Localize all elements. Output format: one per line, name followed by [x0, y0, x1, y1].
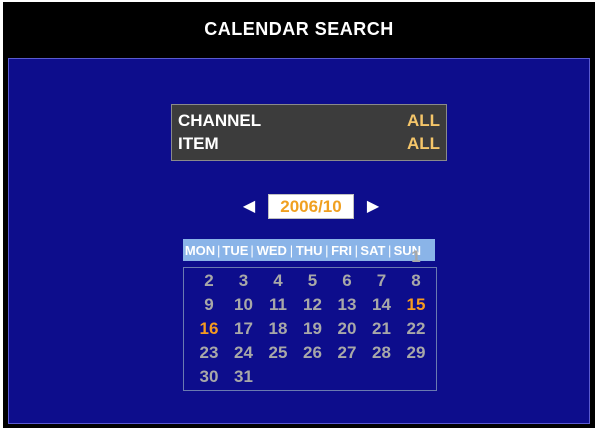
calendar-day-30[interactable]: 30 [194, 367, 224, 387]
calendar-day-7[interactable]: 7 [367, 271, 397, 291]
calendar-day-9[interactable]: 9 [194, 295, 224, 315]
weekday-header: MON | TUE | WED | THU | FRI | SAT | SUN [183, 239, 435, 261]
calendar-day-21[interactable]: 21 [367, 319, 397, 339]
item-value[interactable]: ALL [407, 132, 440, 155]
calendar-day-4[interactable]: 4 [263, 271, 293, 291]
weekday-thu: THU [295, 242, 323, 258]
left-triangle-icon[interactable]: ◀ [239, 196, 259, 216]
channel-label: CHANNEL [178, 111, 262, 130]
calendar-day-25[interactable]: 25 [263, 343, 293, 363]
calendar-day-13[interactable]: 13 [332, 295, 362, 315]
calendar-day-27[interactable]: 27 [332, 343, 362, 363]
current-month-field[interactable]: 2006/10 [268, 193, 354, 219]
calendar-day-11[interactable]: 11 [263, 295, 293, 315]
calendar-day-28[interactable]: 28 [367, 343, 397, 363]
right-triangle-icon[interactable]: ▶ [363, 196, 383, 216]
calendar-day-31[interactable]: 31 [229, 367, 259, 387]
calendar-day-16[interactable]: 16 [194, 319, 224, 339]
calendar-day-26[interactable]: 26 [298, 343, 328, 363]
window-title: CALENDAR SEARCH [204, 19, 394, 39]
calendar-day-15[interactable]: 15 [401, 295, 431, 315]
calendar-day-29[interactable]: 29 [401, 343, 431, 363]
calendar-day-3[interactable]: 3 [229, 271, 259, 291]
calendar-day-5[interactable]: 5 [298, 271, 328, 291]
calendar-day-18[interactable]: 18 [263, 319, 293, 339]
calendar-grid: 1 2 3 4 5 6 7 8 9 10 11 12 13 14 15 16 17 18 19 20 21 22 23 24 2… [183, 247, 437, 391]
search-settings-box: CHANNEL ALL ITEM ALL [171, 104, 447, 161]
calendar-day-24[interactable]: 24 [229, 343, 259, 363]
calendar-day-14[interactable]: 14 [367, 295, 397, 315]
weekday-sat: SAT [360, 242, 386, 258]
calendar-day-12[interactable]: 12 [298, 295, 328, 315]
calendar-day-1[interactable]: 1 [401, 247, 431, 267]
weekday-mon: MON [184, 242, 216, 258]
item-setting-row[interactable]: ITEM ALL [178, 132, 440, 155]
channel-value[interactable]: ALL [407, 109, 440, 132]
calendar-day-6[interactable]: 6 [332, 271, 362, 291]
month-navigator: ◀ 2006/10 ▶ [239, 193, 383, 219]
calendar-day-8[interactable]: 8 [401, 271, 431, 291]
weekday-wed: WED [256, 242, 287, 258]
channel-setting-row[interactable]: CHANNEL ALL [178, 109, 440, 132]
item-label: ITEM [178, 134, 219, 153]
calendar-day-2[interactable]: 2 [194, 271, 224, 291]
calendar-day-23[interactable]: 23 [194, 343, 224, 363]
calendar-day-10[interactable]: 10 [229, 295, 259, 315]
calendar-search-window: CALENDAR SEARCH CHANNEL ALL ITEM ALL ◀ 2… [3, 2, 595, 428]
calendar-day-22[interactable]: 22 [401, 319, 431, 339]
calendar-day-19[interactable]: 19 [298, 319, 328, 339]
weekday-fri: FRI [331, 242, 353, 258]
calendar-day-17[interactable]: 17 [229, 319, 259, 339]
main-panel: CHANNEL ALL ITEM ALL ◀ 2006/10 ▶ MON | T… [8, 58, 590, 424]
calendar-day-20[interactable]: 20 [332, 319, 362, 339]
weekday-tue: TUE [222, 242, 249, 258]
